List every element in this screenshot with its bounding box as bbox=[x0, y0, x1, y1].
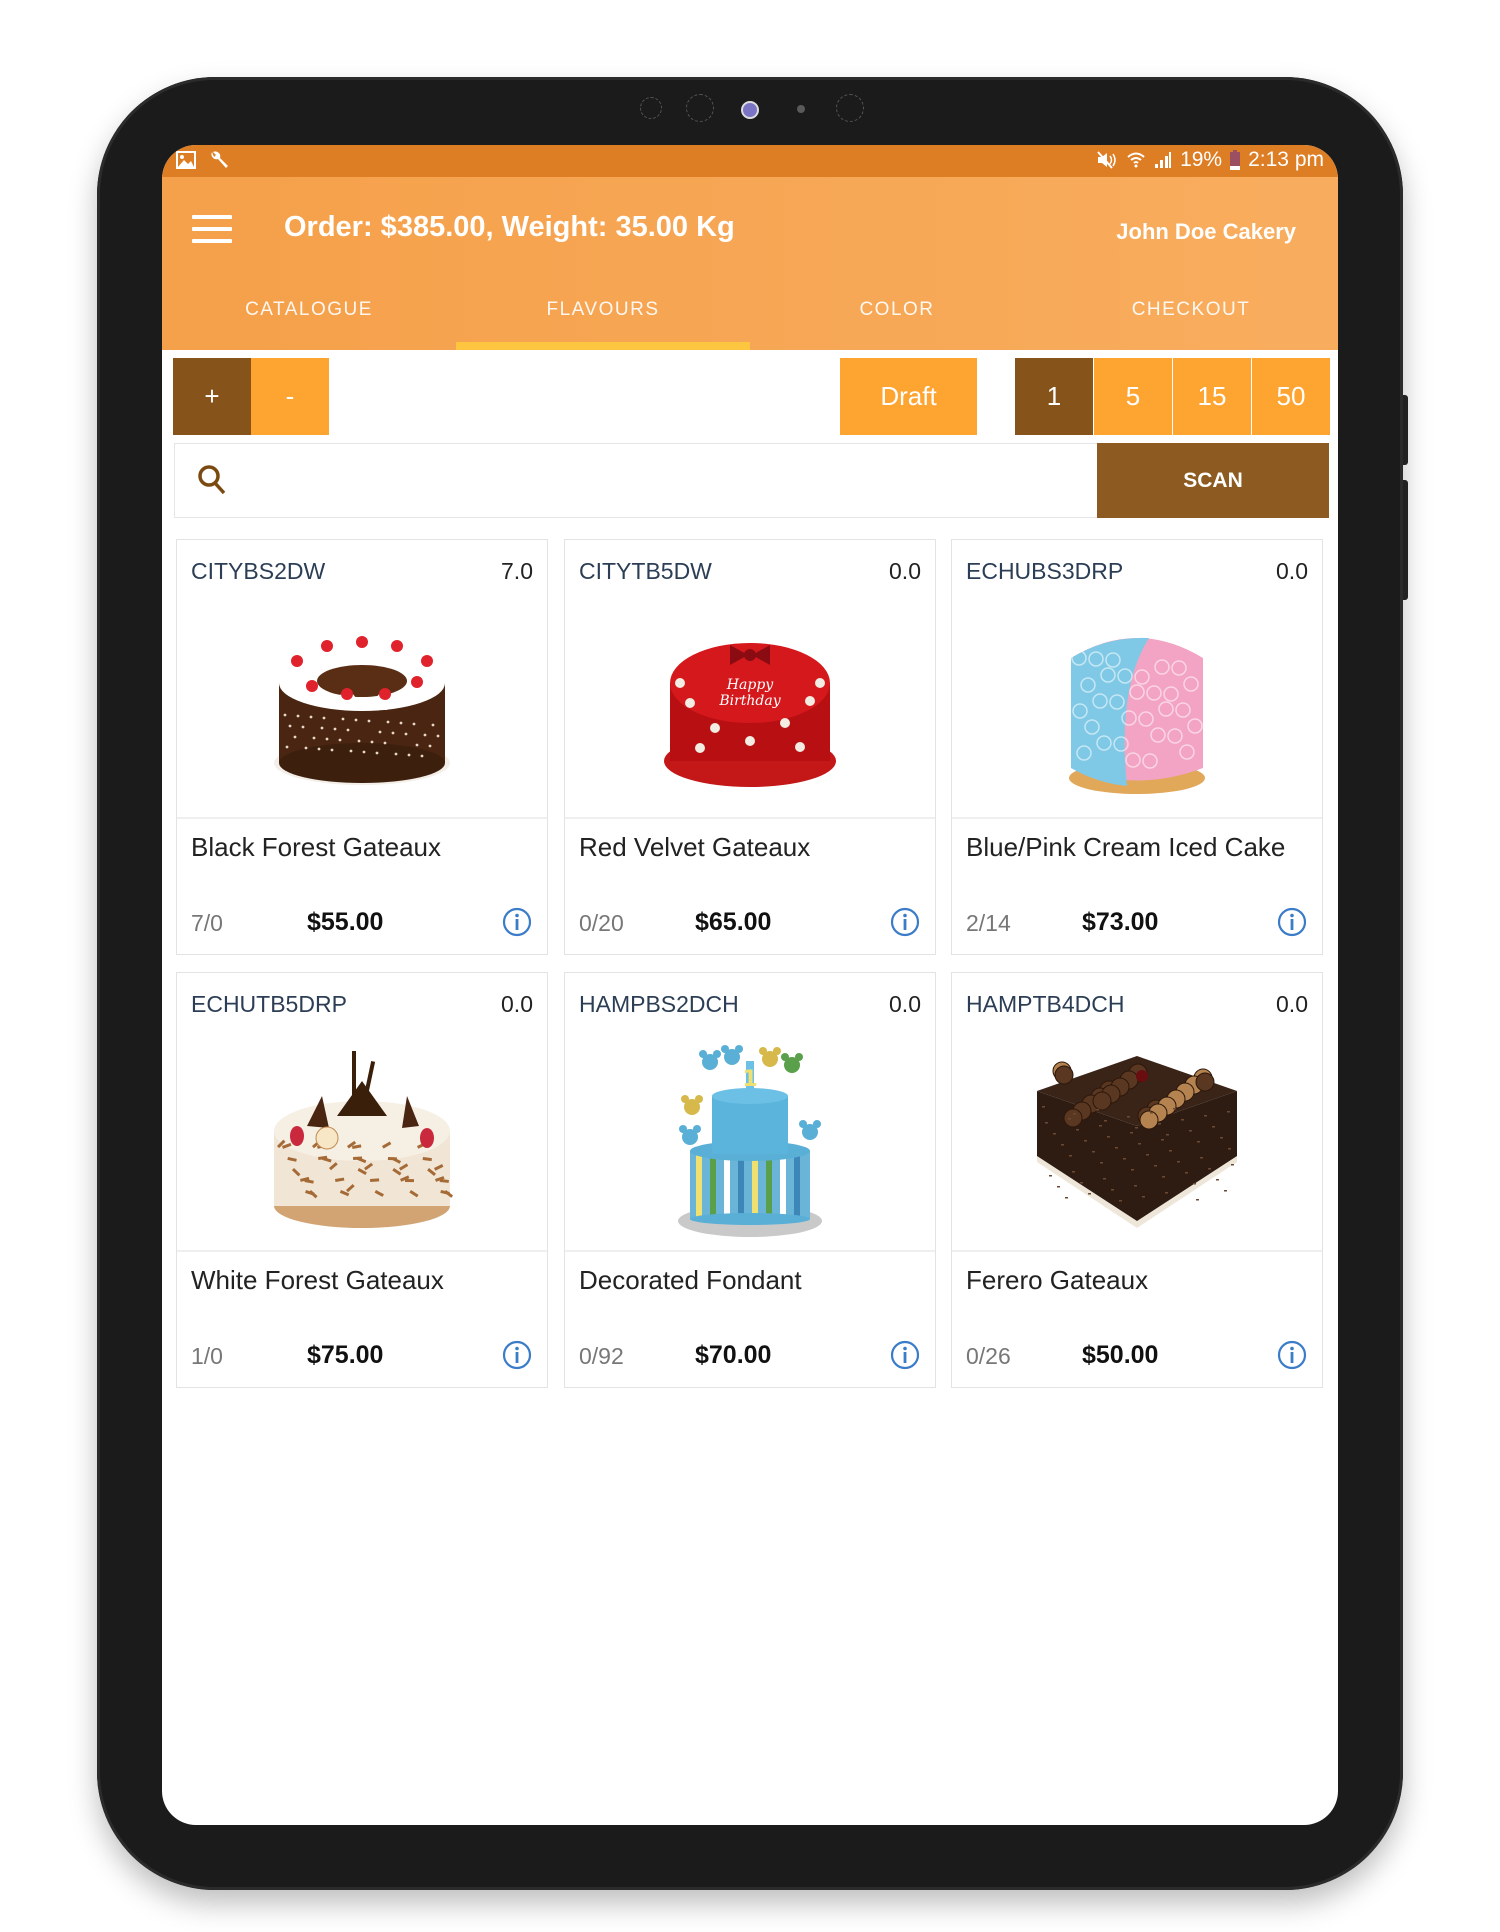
tab-color[interactable]: COLOR bbox=[750, 269, 1044, 350]
product-name: Black Forest Gateaux bbox=[191, 832, 441, 862]
product-card[interactable]: HAMPBS2DCH 0.0 1 Decorated Fondant 0/92 … bbox=[564, 972, 936, 1388]
order-summary-title: Order: $385.00, Weight: 35.00 Kg bbox=[284, 211, 735, 243]
info-icon[interactable] bbox=[1276, 906, 1308, 938]
tab-catalogue[interactable]: CATALOGUE bbox=[162, 269, 456, 350]
light-sensor-icon bbox=[797, 105, 805, 113]
product-card[interactable]: CITYBS2DW 7.0 Black Forest Gateaux 7/0 $… bbox=[176, 539, 548, 955]
product-price: $50.00 bbox=[1082, 1341, 1159, 1369]
app-bar: Order: $385.00, Weight: 35.00 Kg John Do… bbox=[162, 177, 1338, 350]
product-quantity: 0.0 bbox=[889, 991, 921, 1017]
product-stock: 2/14 bbox=[966, 910, 1011, 936]
info-icon[interactable] bbox=[889, 906, 921, 938]
product-name: Blue/Pink Cream Iced Cake bbox=[966, 832, 1286, 862]
battery-icon bbox=[1230, 150, 1241, 170]
product-code: ECHUBS3DRP bbox=[966, 558, 1124, 584]
product-price: $75.00 bbox=[307, 1341, 384, 1369]
product-stock: 7/0 bbox=[191, 910, 223, 936]
tab-bar: CATALOGUE FLAVOURS COLOR CHECKOUT bbox=[162, 269, 1338, 350]
product-stock: 0/92 bbox=[579, 1343, 624, 1369]
product-card[interactable]: ECHUTB5DRP 0.0 White Forest Gateaux 1/0 … bbox=[176, 972, 548, 1388]
search-bar[interactable]: SCAN bbox=[174, 443, 1329, 518]
quantity-1-button[interactable]: 1 bbox=[1015, 358, 1093, 435]
product-quantity: 0.0 bbox=[1276, 991, 1308, 1017]
sensor-icon bbox=[836, 94, 864, 122]
search-icon bbox=[198, 465, 226, 495]
blue-pink-cake-image bbox=[952, 600, 1322, 815]
draft-button[interactable]: Draft bbox=[840, 358, 977, 435]
quantity-5-button[interactable]: 5 bbox=[1094, 358, 1172, 435]
volume-button bbox=[1403, 395, 1408, 465]
shop-name: John Doe Cakery bbox=[1116, 219, 1296, 244]
product-quantity: 0.0 bbox=[501, 991, 533, 1017]
app-screen: 19% 2:13 pm Order: $385.00, Weight: 35.0… bbox=[162, 145, 1338, 1825]
product-price: $73.00 bbox=[1082, 908, 1159, 936]
product-card[interactable]: HAMPTB4DCH 0.0 Ferero Gateaux 0/26 $50.0… bbox=[951, 972, 1323, 1388]
svg-text:Happy: Happy bbox=[726, 677, 774, 693]
info-icon[interactable] bbox=[501, 1339, 533, 1371]
product-quantity: 0.0 bbox=[1276, 558, 1308, 584]
mute-icon bbox=[1097, 151, 1116, 169]
card-divider bbox=[565, 1250, 935, 1252]
info-icon[interactable] bbox=[889, 1339, 921, 1371]
product-quantity: 0.0 bbox=[889, 558, 921, 584]
search-input[interactable] bbox=[245, 454, 1089, 508]
camera-icon bbox=[741, 101, 759, 119]
black-forest-cake-image bbox=[177, 600, 547, 815]
fondant-cake-image: 1 bbox=[565, 1033, 935, 1248]
card-divider bbox=[565, 817, 935, 819]
product-name: Decorated Fondant bbox=[579, 1265, 802, 1295]
image-icon bbox=[176, 151, 196, 169]
product-code: CITYTB5DW bbox=[579, 558, 712, 584]
card-divider bbox=[177, 817, 547, 819]
svg-text:1: 1 bbox=[742, 1067, 757, 1092]
product-price: $70.00 bbox=[695, 1341, 772, 1369]
clock: 2:13 pm bbox=[1248, 148, 1324, 171]
decrement-button[interactable]: - bbox=[251, 358, 329, 435]
svg-text:Birthday: Birthday bbox=[718, 693, 781, 709]
product-code: CITYBS2DW bbox=[191, 558, 326, 584]
action-toolbar: + - Draft 1 5 15 50 bbox=[170, 358, 1330, 435]
product-price: $65.00 bbox=[695, 908, 772, 936]
hamburger-icon[interactable] bbox=[192, 215, 232, 243]
battery-percent: 19% bbox=[1180, 148, 1223, 171]
product-name: Red Velvet Gateaux bbox=[579, 832, 811, 862]
card-divider bbox=[177, 1250, 547, 1252]
red-velvet-cake-image: Happy Birthday bbox=[565, 600, 935, 815]
product-price: $55.00 bbox=[307, 908, 384, 936]
product-quantity: 7.0 bbox=[501, 558, 533, 584]
quantity-50-button[interactable]: 50 bbox=[1252, 358, 1330, 435]
wrench-icon bbox=[211, 151, 228, 168]
product-stock: 0/26 bbox=[966, 1343, 1011, 1369]
card-divider bbox=[952, 1250, 1322, 1252]
ferrero-cake-image bbox=[952, 1033, 1322, 1248]
sensor-icon bbox=[686, 94, 714, 122]
product-name: White Forest Gateaux bbox=[191, 1265, 444, 1295]
increment-button[interactable]: + bbox=[173, 358, 251, 435]
product-stock: 1/0 bbox=[191, 1343, 223, 1369]
product-code: HAMPBS2DCH bbox=[579, 991, 739, 1017]
info-icon[interactable] bbox=[1276, 1339, 1308, 1371]
tab-flavours[interactable]: FLAVOURS bbox=[456, 269, 750, 350]
status-bar: 19% 2:13 pm bbox=[162, 145, 1338, 177]
white-forest-cake-image bbox=[177, 1033, 547, 1248]
card-divider bbox=[952, 817, 1322, 819]
tab-checkout[interactable]: CHECKOUT bbox=[1044, 269, 1338, 350]
product-card[interactable]: CITYTB5DW 0.0 Happy Birthday Red Velvet G… bbox=[564, 539, 936, 955]
sensor-icon bbox=[640, 97, 662, 119]
product-stock: 0/20 bbox=[579, 910, 624, 936]
product-card[interactable]: ECHUBS3DRP 0.0 Blue/Pink Cream Iced Cake… bbox=[951, 539, 1323, 955]
signal-icon bbox=[1155, 152, 1172, 168]
scan-button[interactable]: SCAN bbox=[1097, 443, 1329, 518]
product-code: HAMPTB4DCH bbox=[966, 991, 1125, 1017]
wifi-icon bbox=[1127, 152, 1145, 168]
product-name: Ferero Gateaux bbox=[966, 1265, 1149, 1295]
quantity-15-button[interactable]: 15 bbox=[1173, 358, 1251, 435]
product-code: ECHUTB5DRP bbox=[191, 991, 347, 1017]
power-button bbox=[1403, 480, 1408, 600]
info-icon[interactable] bbox=[501, 906, 533, 938]
